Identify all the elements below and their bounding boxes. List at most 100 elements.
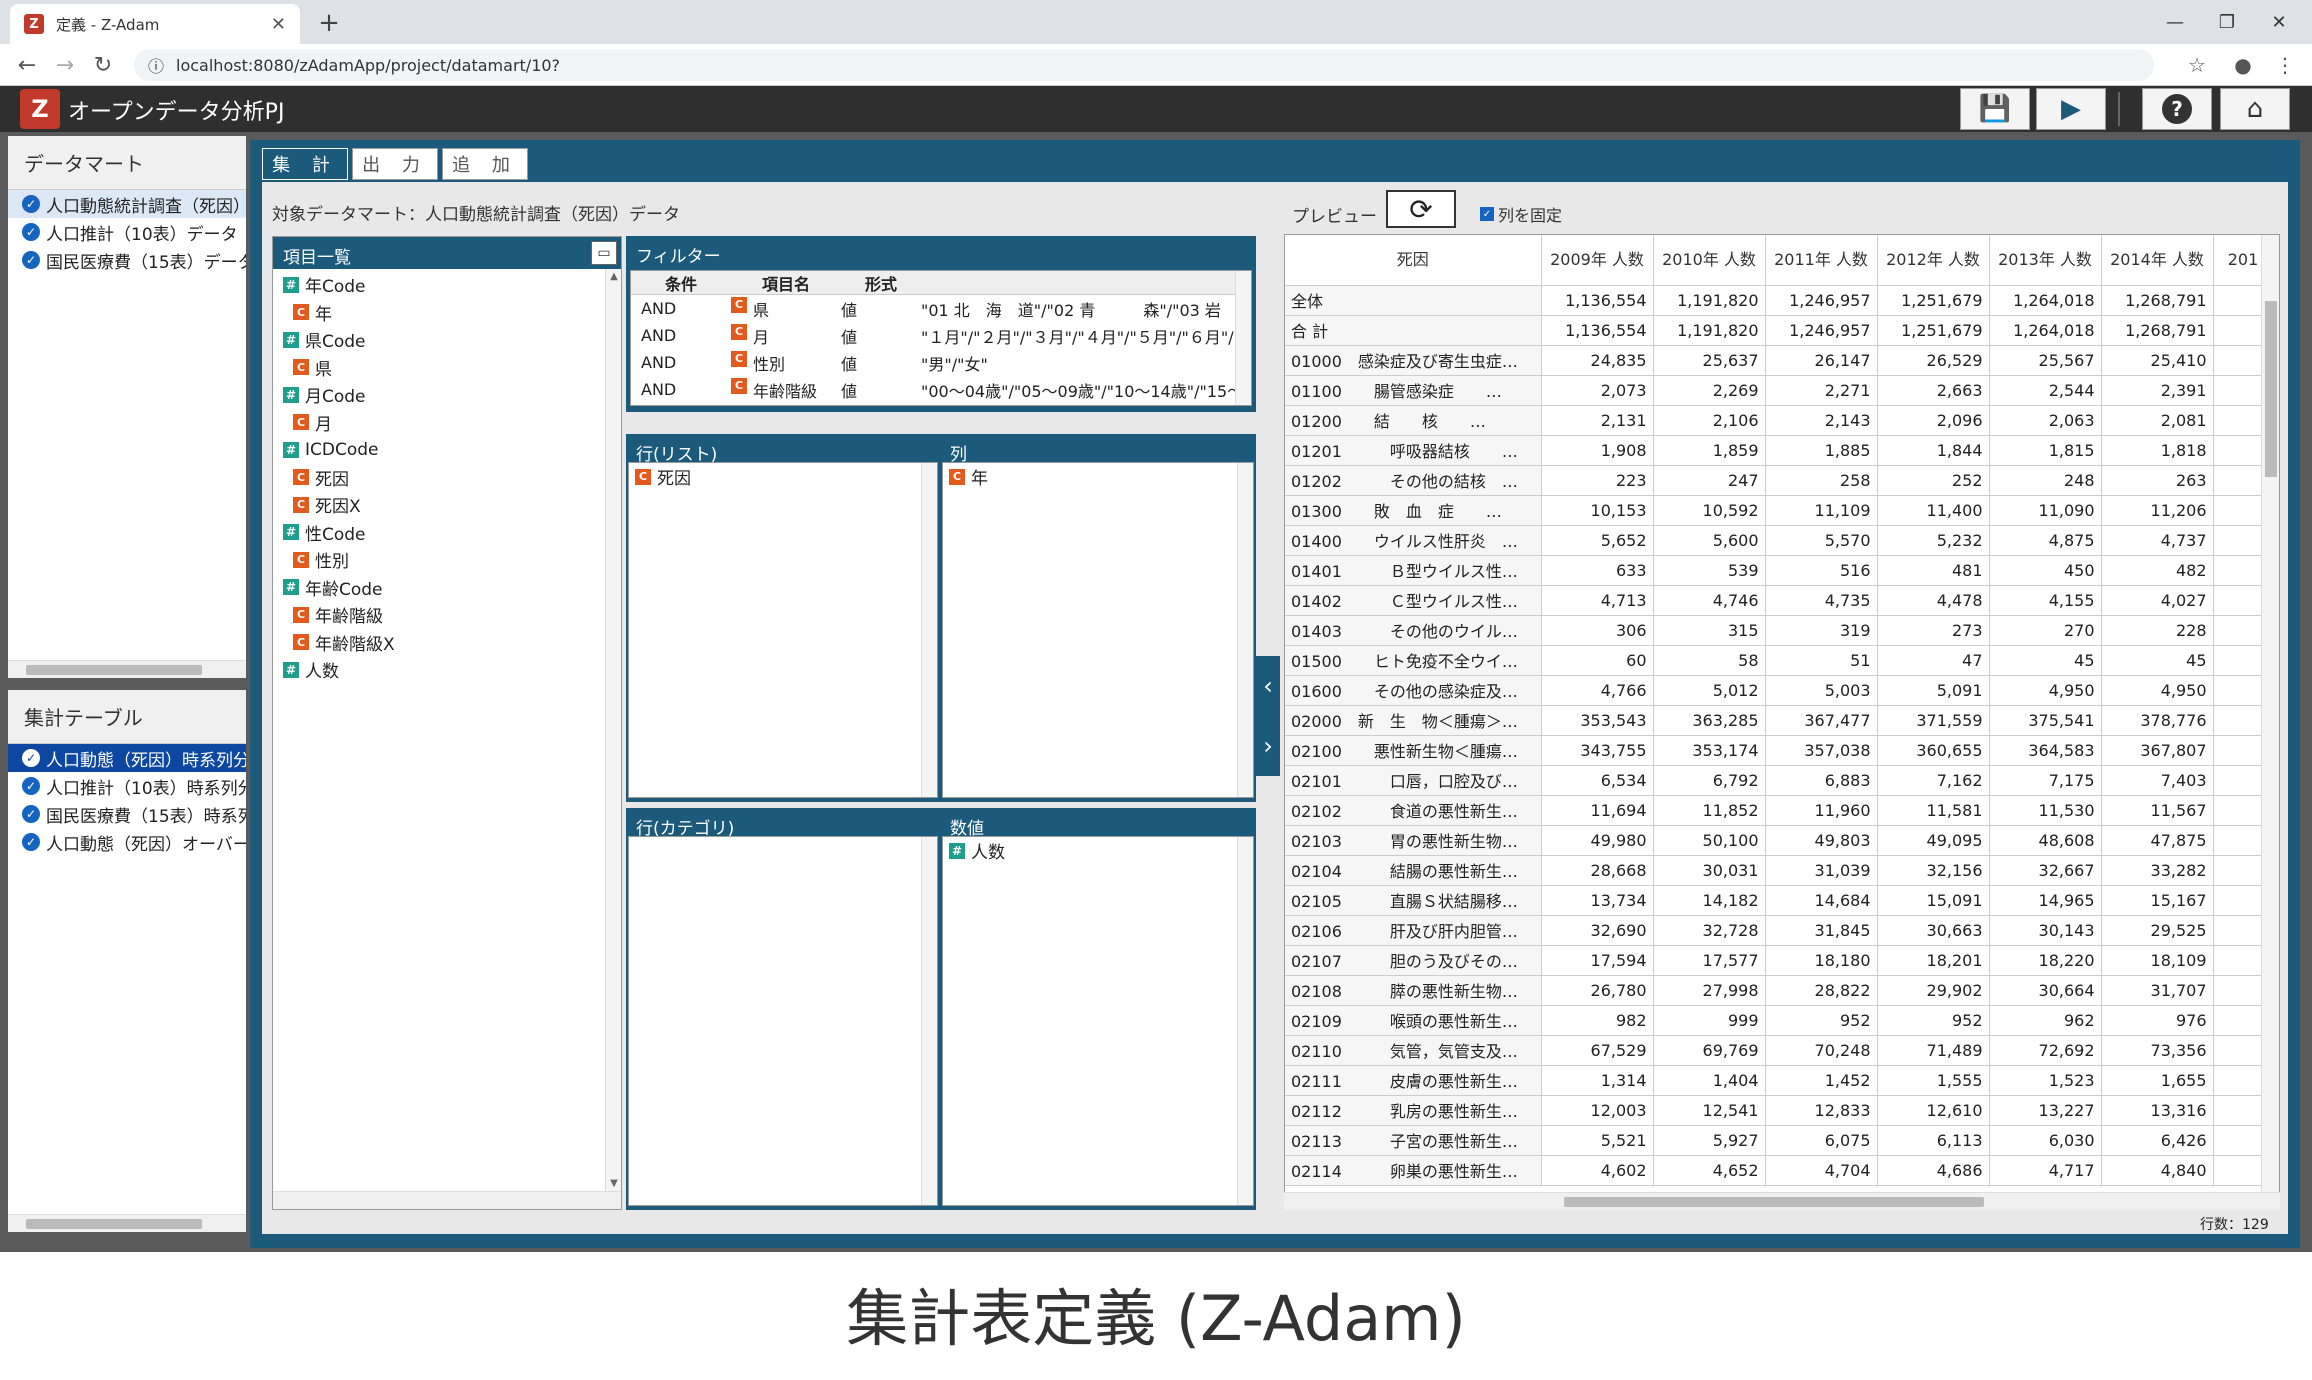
table-row[interactable]: 合 計 1,136,554 1,191,820 1,246,957 1,251,679 1… [1285, 315, 2274, 346]
reload-icon[interactable]: ↻ [88, 50, 118, 80]
table-row[interactable]: 02110 気管，気管支及… 67,529 69,769 70,248 71,489 72… [1285, 1035, 2274, 1066]
table-row[interactable]: 01300 敗 血 症 … 10,153 10,592 11,109 11,400 11,… [1285, 495, 2274, 526]
help-button[interactable]: ? [2142, 88, 2212, 130]
table-row[interactable]: 01000 感染症及び寄生虫症… 24,835 25,637 26,147 26,529… [1285, 345, 2274, 376]
table-row[interactable]: 02111 皮膚の悪性新生… 1,314 1,404 1,452 1,555 1,523 1… [1285, 1065, 2274, 1096]
field-item[interactable]: # 年Code [273, 271, 621, 299]
cols-drop[interactable]: C年 [942, 462, 1254, 798]
table-row[interactable]: 02107 胆のう及びその… 17,594 17,577 18,180 18,201 18… [1285, 945, 2274, 976]
agg-table-scrollbar[interactable] [8, 1214, 246, 1232]
table-row[interactable]: 02112 乳房の悪性新生… 12,003 12,541 12,833 12,610 13… [1285, 1095, 2274, 1126]
column-header[interactable]: 死因 [1285, 235, 1542, 286]
filter-scrollbar[interactable] [1235, 271, 1251, 405]
table-row[interactable]: 02101 口唇，口腔及び… 6,534 6,792 6,883 7,162 7,175 7… [1285, 765, 2274, 796]
rows-cat-scrollbar[interactable] [921, 837, 937, 1205]
checkbox-icon[interactable]: ✓ [1480, 207, 1494, 221]
table-row[interactable]: 01100 腸管感染症 … 2,073 2,269 2,271 2,663 2,544 2,… [1285, 375, 2274, 406]
table-row[interactable]: 02106 肝及び肝内胆管… 32,690 32,728 31,845 30,663 30… [1285, 915, 2274, 946]
field-item[interactable]: C 死因X [273, 491, 621, 519]
preview-vscrollbar[interactable] [2261, 235, 2279, 1193]
window-icon[interactable]: ▭ [591, 241, 617, 265]
datamart-scrollbar[interactable] [8, 660, 246, 678]
filter-row[interactable]: AND C 月値 "１月"/"２月"/"３月"/"４月"/"５月"/"６月"/"７ [631, 322, 1251, 349]
field-item[interactable]: # 人数 [273, 656, 621, 684]
field-item[interactable]: # 年齢Code [273, 574, 621, 602]
agg-table-item[interactable]: ✓ 人口動態（死因）オーバーレ [8, 828, 246, 856]
table-row[interactable]: 全体 1,136,554 1,191,820 1,246,957 1,251,679 1,… [1285, 285, 2274, 316]
table-row[interactable]: 02104 結腸の悪性新生… 28,668 30,031 31,039 32,156 32… [1285, 855, 2274, 886]
field-item[interactable]: # 性Code [273, 519, 621, 547]
field-item[interactable]: C 死因 [273, 464, 621, 492]
tab-add[interactable]: 追 加 [442, 148, 528, 180]
tab-output[interactable]: 出 力 [352, 148, 438, 180]
agg-table-item[interactable]: ✓国民医療費（15表）時系列分 [8, 800, 246, 828]
star-icon[interactable]: ☆ [2182, 50, 2212, 80]
table-row[interactable]: 01401 Ｂ型ウイルス性… 633 539 516 481 450 482 [1285, 555, 2274, 586]
table-row[interactable]: 01600 その他の感染症及… 4,766 5,012 5,003 5,091 4,950… [1285, 675, 2274, 706]
table-row[interactable]: 02113 子宮の悪性新生… 5,521 5,927 6,075 6,113 6,030 6… [1285, 1125, 2274, 1156]
values-item[interactable]: # 人数 [943, 837, 1253, 865]
preview-hscrollbar[interactable] [1284, 1192, 2280, 1210]
panel-toggle[interactable]: ‹ › [1256, 656, 1280, 776]
table-row[interactable]: 02108 膵の悪性新生物… 26,780 27,998 28,822 29,902 30… [1285, 975, 2274, 1006]
table-row[interactable]: 01500 ヒト免疫不全ウイ… 60 58 51 47 45 45 [1285, 645, 2274, 676]
column-header[interactable]: 2012年 人数 [1877, 235, 1990, 286]
rows-list-drop[interactable]: C 死因 [628, 462, 938, 798]
home-button[interactable]: ⌂ [2220, 88, 2290, 130]
rows-list-item[interactable]: C 死因 [629, 463, 937, 491]
close-window-icon[interactable]: ✕ [2254, 6, 2304, 38]
save-button[interactable]: 💾 [1960, 88, 2030, 130]
field-item[interactable]: # 県Code [273, 326, 621, 354]
datamart-item[interactable]: ✓ 国民医療費（15表）データ [8, 246, 246, 274]
datamart-item[interactable]: ✓ 人口推計（10表）データ [8, 218, 246, 246]
back-icon[interactable]: ← [12, 50, 42, 80]
field-item[interactable]: C 性別 [273, 546, 621, 574]
field-list-scrollbar[interactable]: ▲ ▼ [605, 269, 621, 1191]
tab-aggregate[interactable]: 集 計 [262, 148, 348, 180]
menu-icon[interactable]: ⋮ [2270, 50, 2300, 80]
field-item[interactable]: C月 [273, 409, 621, 437]
field-item[interactable]: # 月Code [273, 381, 621, 409]
restore-icon[interactable]: ❐ [2202, 6, 2252, 38]
table-row[interactable]: 02102 食道の悪性新生… 11,694 11,852 11,960 11,581 11… [1285, 795, 2274, 826]
table-row[interactable]: 01403 その他のウイル… 306 315 319 273 270 228 [1285, 615, 2274, 646]
field-item[interactable]: C 年齢階級X [273, 629, 621, 657]
field-item[interactable]: C 年齢階級 [273, 601, 621, 629]
filter-row[interactable]: AND C 年齢階級値 "00〜04歳"/"05〜09歳"/"10〜14歳"/"15〜… [631, 376, 1251, 403]
table-row[interactable]: 02105 直腸Ｓ状結腸移… 13,734 14,182 14,684 15,091 14… [1285, 885, 2274, 916]
fix-column-checkbox[interactable]: ✓ 列を固定 [1480, 202, 1562, 226]
field-item[interactable]: C県 [273, 354, 621, 382]
rows-cat-drop[interactable] [628, 836, 938, 1206]
chevron-right-icon[interactable]: › [1263, 732, 1273, 760]
agg-table-item[interactable]: ✓人口推計（10表）時系列分析 [8, 772, 246, 800]
agg-table-item[interactable]: ✓ 人口動態（死因）時系列分析 [8, 744, 246, 772]
table-row[interactable]: 01202 その他の結核 … 223 247 258 252 248 263 [1285, 465, 2274, 496]
column-header[interactable]: 2013年 人数 [1989, 235, 2102, 286]
datamart-item[interactable]: ✓ 人口動態統計調査（死因）デ [8, 190, 246, 218]
table-row[interactable]: 01201 呼吸器結核 … 1,908 1,859 1,885 1,844 1,815 1,… [1285, 435, 2274, 466]
column-header[interactable]: 2010年 人数 [1653, 235, 1766, 286]
field-item[interactable]: C年 [273, 299, 621, 327]
table-row[interactable]: 02109 喉頭の悪性新生… 982 999 952 952 962 976 [1285, 1005, 2274, 1036]
rows-list-scrollbar[interactable] [921, 463, 937, 797]
field-list-hscrollbar[interactable] [273, 1191, 621, 1209]
run-button[interactable]: ▶ [2036, 88, 2106, 130]
table-row[interactable]: 01400 ウイルス性肝炎 … 5,652 5,600 5,570 5,232 4,875… [1285, 525, 2274, 556]
table-row[interactable]: 02114 卵巣の悪性新生… 4,602 4,652 4,704 4,686 4,717 4… [1285, 1155, 2274, 1186]
column-header[interactable]: 2014年 人数 [2101, 235, 2214, 286]
values-scrollbar[interactable] [1237, 837, 1253, 1205]
url-field[interactable]: ⓘ localhost:8080/zAdamApp/project/datama… [134, 49, 2154, 81]
table-row[interactable]: 02100 悪性新生物＜腫瘍… 343,755 353,174 357,038 360,… [1285, 735, 2274, 766]
minimize-icon[interactable]: — [2150, 6, 2200, 38]
new-tab-button[interactable]: + [312, 6, 346, 40]
column-header[interactable]: 2011年 人数 [1765, 235, 1878, 286]
filter-row[interactable]: AND C 性別値 "男"/"女" [631, 349, 1251, 376]
field-item[interactable]: # ICDCode [273, 436, 621, 464]
chevron-left-icon[interactable]: ‹ [1263, 672, 1273, 700]
browser-tab[interactable]: Z 定義 - Z-Adam ✕ [10, 4, 300, 44]
close-icon[interactable]: ✕ [271, 14, 286, 35]
filter-row[interactable]: AND C 県値 "01 北 海 道"/"02 青 森"/"03 岩 [631, 295, 1251, 322]
table-row[interactable]: 02000 新 生 物＜腫瘍＞… 353,543 363,285 367,477 371… [1285, 705, 2274, 736]
column-header[interactable]: 2009年 人数 [1541, 235, 1654, 286]
cols-item[interactable]: C年 [943, 463, 1253, 491]
